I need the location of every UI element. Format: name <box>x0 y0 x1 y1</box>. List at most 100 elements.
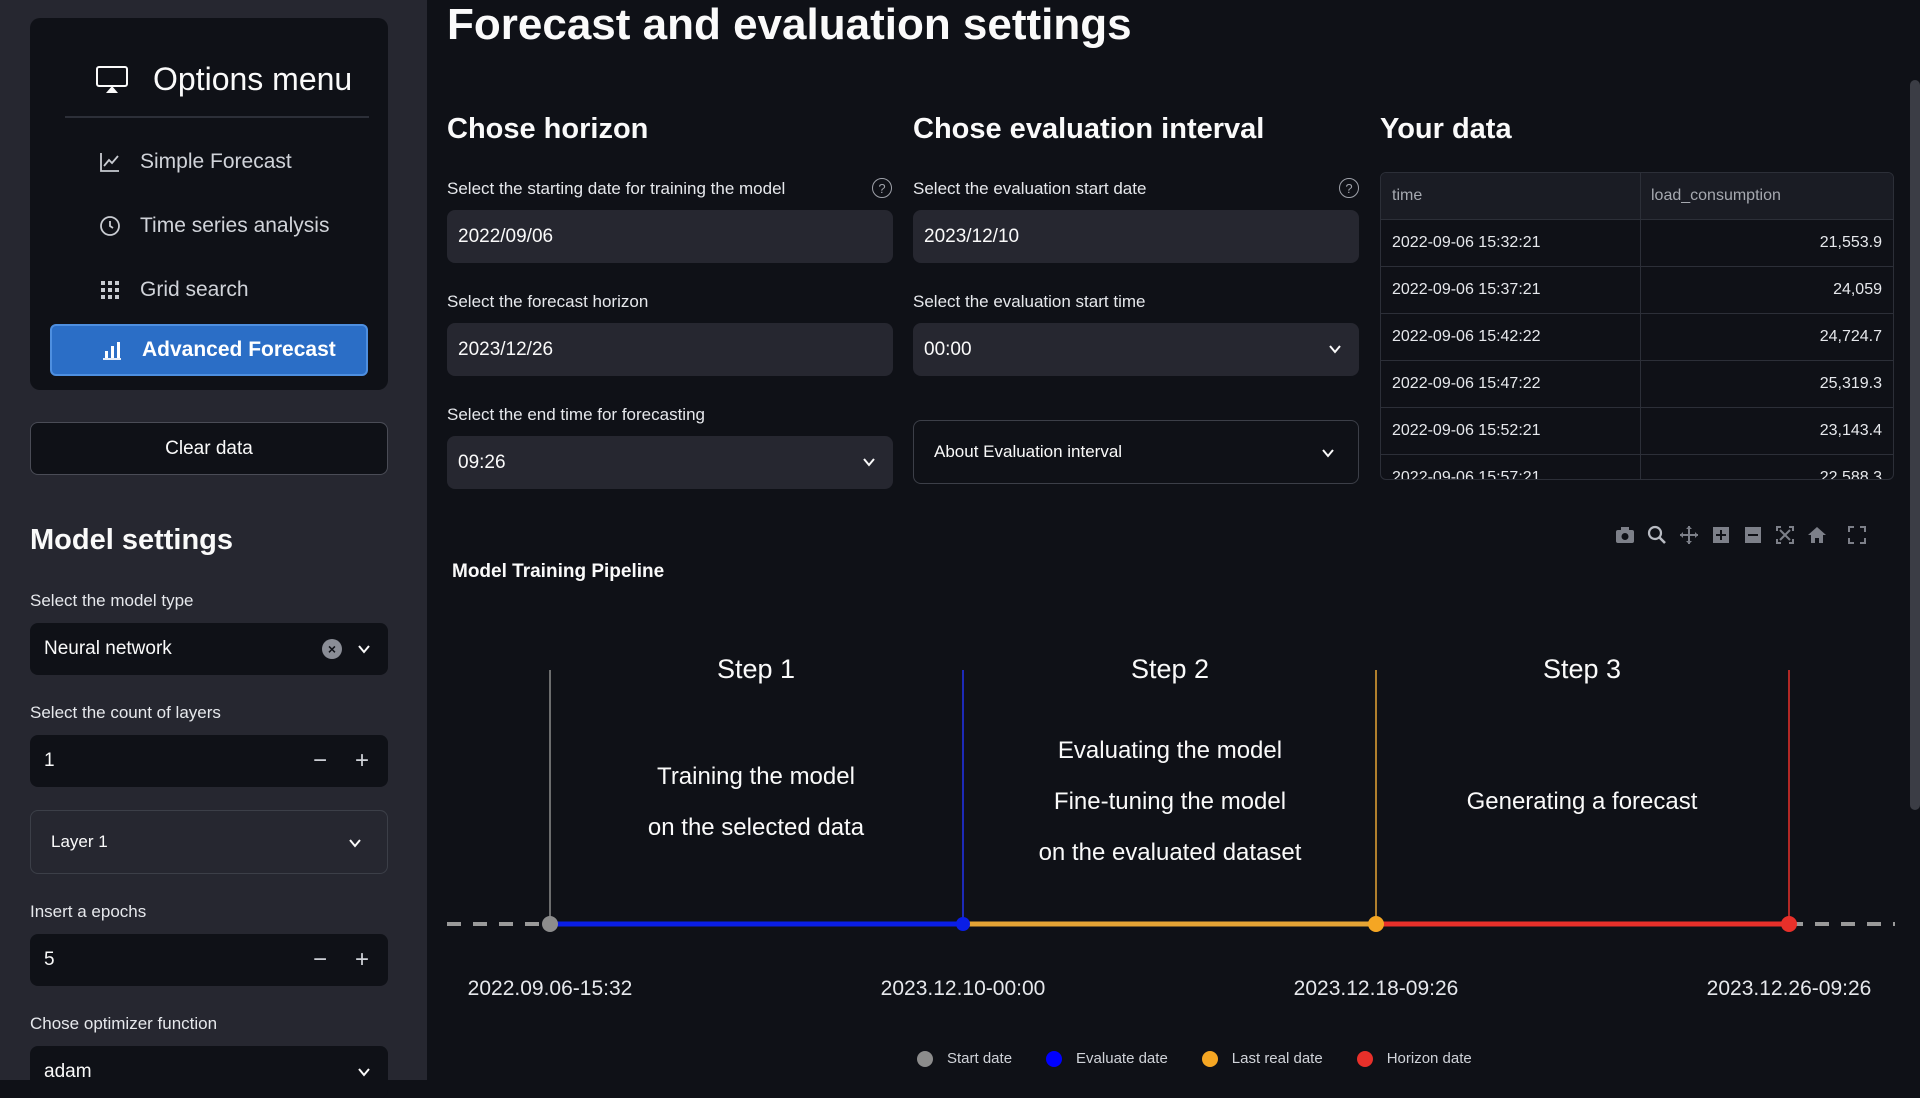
cell-load: 21,553.9 <box>1819 234 1882 251</box>
legend-item-start-date[interactable]: Start date <box>917 1050 1012 1067</box>
legend-label: Last real date <box>1231 1050 1323 1067</box>
model-type-label: Select the model type <box>30 591 194 610</box>
column-header-load-consumption[interactable]: load_consumption <box>1641 173 1893 219</box>
menu-item-label: Grid search <box>140 278 249 301</box>
grid-icon <box>101 281 119 299</box>
model-type-select[interactable]: Neural network × <box>30 623 388 675</box>
menu-item-label: Time series analysis <box>140 214 330 237</box>
cell-time: 2022-09-06 15:52:21 <box>1381 408 1641 454</box>
layer-1-label: Layer 1 <box>51 832 108 851</box>
optimizer-select[interactable]: adam <box>30 1046 388 1098</box>
menu-item-time-series-analysis[interactable]: Time series analysis <box>50 200 368 252</box>
layers-value: 1 <box>44 750 55 771</box>
end-time-value: 09:26 <box>458 451 506 473</box>
increment-button[interactable]: + <box>352 946 372 974</box>
epochs-stepper[interactable]: 5 − + <box>30 934 388 986</box>
evaluation-heading: Chose evaluation interval <box>913 113 1265 145</box>
step-2-line-3: on the evaluated dataset <box>1039 839 1302 866</box>
column-header-time[interactable]: time <box>1381 173 1641 219</box>
chevron-down-icon[interactable] <box>356 641 372 657</box>
clock-icon <box>100 216 120 236</box>
data-table[interactable]: time load_consumption 2022-09-06 15:32:2… <box>1380 172 1894 480</box>
chevron-down-icon[interactable] <box>356 1064 372 1080</box>
table-row[interactable]: 2022-09-06 15:52:21 23,143.4 <box>1381 408 1893 455</box>
table-row[interactable]: 2022-09-06 15:42:22 24,724.7 <box>1381 314 1893 361</box>
cell-load: 23,143.4 <box>1819 422 1882 439</box>
end-time-select[interactable]: 09:26 <box>447 436 893 489</box>
start-date-marker <box>542 916 558 932</box>
step-2-line-2: Fine-tuning the model <box>1054 788 1286 815</box>
clear-selection-icon[interactable]: × <box>322 639 342 659</box>
step-3-line-1: Generating a forecast <box>1467 788 1698 815</box>
fullscreen-icon[interactable] <box>1846 524 1868 546</box>
legend-label: Evaluate date <box>1076 1050 1168 1067</box>
layer-1-expander[interactable]: Layer 1 <box>30 810 388 874</box>
page-title: Forecast and evaluation settings <box>447 0 1132 49</box>
epochs-value: 5 <box>44 949 55 970</box>
legend-item-evaluate-date[interactable]: Evaluate date <box>1046 1050 1168 1067</box>
pipeline-timeline: Step 1 Step 2 Step 3 Training the model … <box>447 654 1895 1000</box>
legend-item-horizon-date[interactable]: Horizon date <box>1356 1050 1472 1067</box>
chevron-down-icon <box>1329 345 1341 354</box>
decrement-button[interactable]: − <box>310 946 330 974</box>
chart-legend: Start date Evaluate date Last real date … <box>917 1050 1492 1067</box>
table-row[interactable]: 2022-09-06 15:32:21 21,553.9 <box>1381 220 1893 267</box>
layers-stepper[interactable]: 1 − + <box>30 735 388 787</box>
chevron-down-icon <box>863 458 875 467</box>
legend-marker <box>1356 1050 1373 1067</box>
zoom-out-icon[interactable] <box>1742 524 1764 546</box>
zoom-in-icon[interactable] <box>1710 524 1732 546</box>
reset-axes-icon[interactable] <box>1806 524 1828 546</box>
clear-data-button[interactable]: Clear data <box>30 422 388 475</box>
step-3-title: Step 3 <box>1543 654 1621 684</box>
evaluation-start-date-label: Select the evaluation start date <box>913 179 1147 198</box>
menu-item-advanced-forecast[interactable]: Advanced Forecast <box>50 324 368 376</box>
about-evaluation-expander[interactable]: About Evaluation interval <box>913 420 1359 484</box>
forecast-horizon-label: Select the forecast horizon <box>447 292 649 311</box>
cell-time: 2022-09-06 15:57:21 <box>1381 455 1641 479</box>
monitor-icon <box>96 65 128 93</box>
increment-button[interactable]: + <box>352 747 372 775</box>
table-header: time load_consumption <box>1381 173 1893 220</box>
pipeline-title: Model Training Pipeline <box>452 561 665 582</box>
options-menu: Options menu Simple Forecast Time series… <box>30 18 388 390</box>
menu-item-label: Advanced Forecast <box>142 338 336 361</box>
menu-item-label: Simple Forecast <box>140 150 292 173</box>
autoscale-icon[interactable] <box>1774 524 1796 546</box>
step-2-line-1: Evaluating the model <box>1058 737 1282 764</box>
horizon-date-marker <box>1781 916 1797 932</box>
legend-label: Start date <box>947 1050 1013 1067</box>
evaluate-date-marker <box>956 917 970 931</box>
menu-item-simple-forecast[interactable]: Simple Forecast <box>50 136 368 188</box>
evaluation-start-time-select[interactable]: 00:00 <box>913 323 1359 376</box>
evaluation-start-time-label: Select the evaluation start time <box>913 292 1146 311</box>
help-icon[interactable]: ? <box>1339 178 1359 198</box>
pan-icon[interactable] <box>1678 524 1700 546</box>
model-type-value: Neural network <box>44 638 172 659</box>
camera-icon[interactable] <box>1614 524 1636 546</box>
date-label-start: 2022.09.06-15:32 <box>468 977 633 1000</box>
table-row[interactable]: 2022-09-06 15:47:22 25,319.3 <box>1381 361 1893 408</box>
evaluation-start-date-value: 2023/12/10 <box>924 225 1020 247</box>
data-heading: Your data <box>1380 113 1512 145</box>
help-icon[interactable]: ? <box>872 178 892 198</box>
page-scrollbar[interactable] <box>1910 80 1920 810</box>
date-label-evaluate: 2023.12.10-00:00 <box>881 977 1046 1000</box>
chevron-down-icon <box>1322 449 1334 458</box>
cell-time: 2022-09-06 15:32:21 <box>1381 220 1641 266</box>
decrement-button[interactable]: − <box>310 747 330 775</box>
start-date-input[interactable]: 2022/09/06 <box>447 210 893 263</box>
layers-label: Select the count of layers <box>30 703 221 722</box>
legend-label: Horizon date <box>1386 1050 1472 1067</box>
model-settings-title: Model settings <box>30 524 234 556</box>
forecast-horizon-input[interactable]: 2023/12/26 <box>447 323 893 376</box>
table-row[interactable]: 2022-09-06 15:37:21 24,059 <box>1381 267 1893 314</box>
legend-item-last-real-date[interactable]: Last real date <box>1201 1050 1323 1067</box>
cell-load: 25,319.3 <box>1819 375 1882 392</box>
last-real-date-marker <box>1368 916 1384 932</box>
step-1-line-1: Training the model <box>657 763 855 790</box>
zoom-icon[interactable] <box>1646 524 1668 546</box>
menu-item-grid-search[interactable]: Grid search <box>50 264 368 316</box>
table-row[interactable]: 2022-09-06 15:57:21 22,588.3 <box>1381 455 1893 479</box>
evaluation-start-date-input[interactable]: 2023/12/10 <box>913 210 1359 263</box>
